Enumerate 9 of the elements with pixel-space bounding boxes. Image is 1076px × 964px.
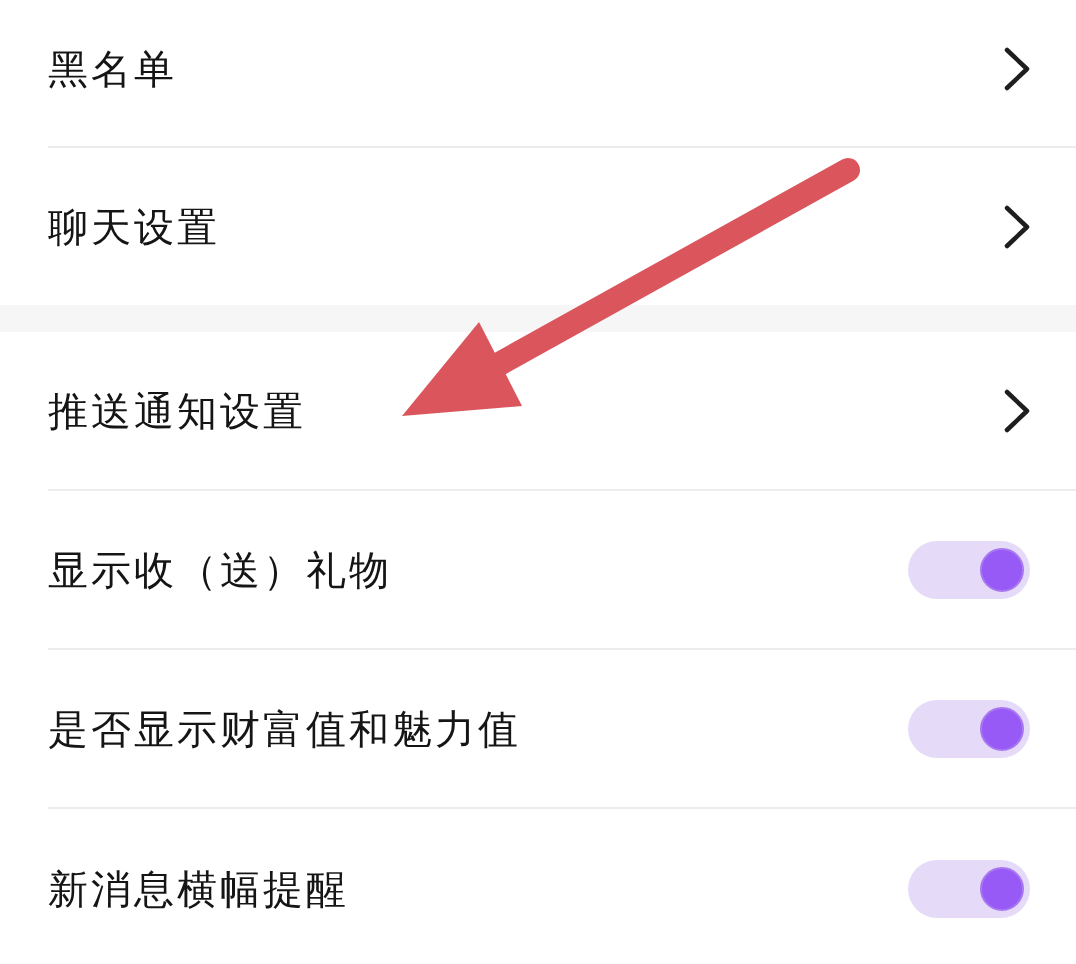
setting-label: 新消息横幅提醒 bbox=[48, 864, 349, 913]
setting-label: 是否显示财富值和魅力值 bbox=[48, 704, 521, 753]
chevron-right-icon[interactable] bbox=[1004, 204, 1030, 249]
setting-label[interactable]: 聊天设置 bbox=[48, 202, 220, 251]
setting-label[interactable]: 推送通知设置 bbox=[48, 386, 306, 435]
chevron-right-icon[interactable] bbox=[1004, 388, 1030, 433]
setting-label: 显示收（送）礼物 bbox=[48, 545, 392, 594]
chevron-right-icon[interactable] bbox=[1004, 47, 1030, 91]
setting-label[interactable]: 黑名单 bbox=[48, 45, 177, 93]
